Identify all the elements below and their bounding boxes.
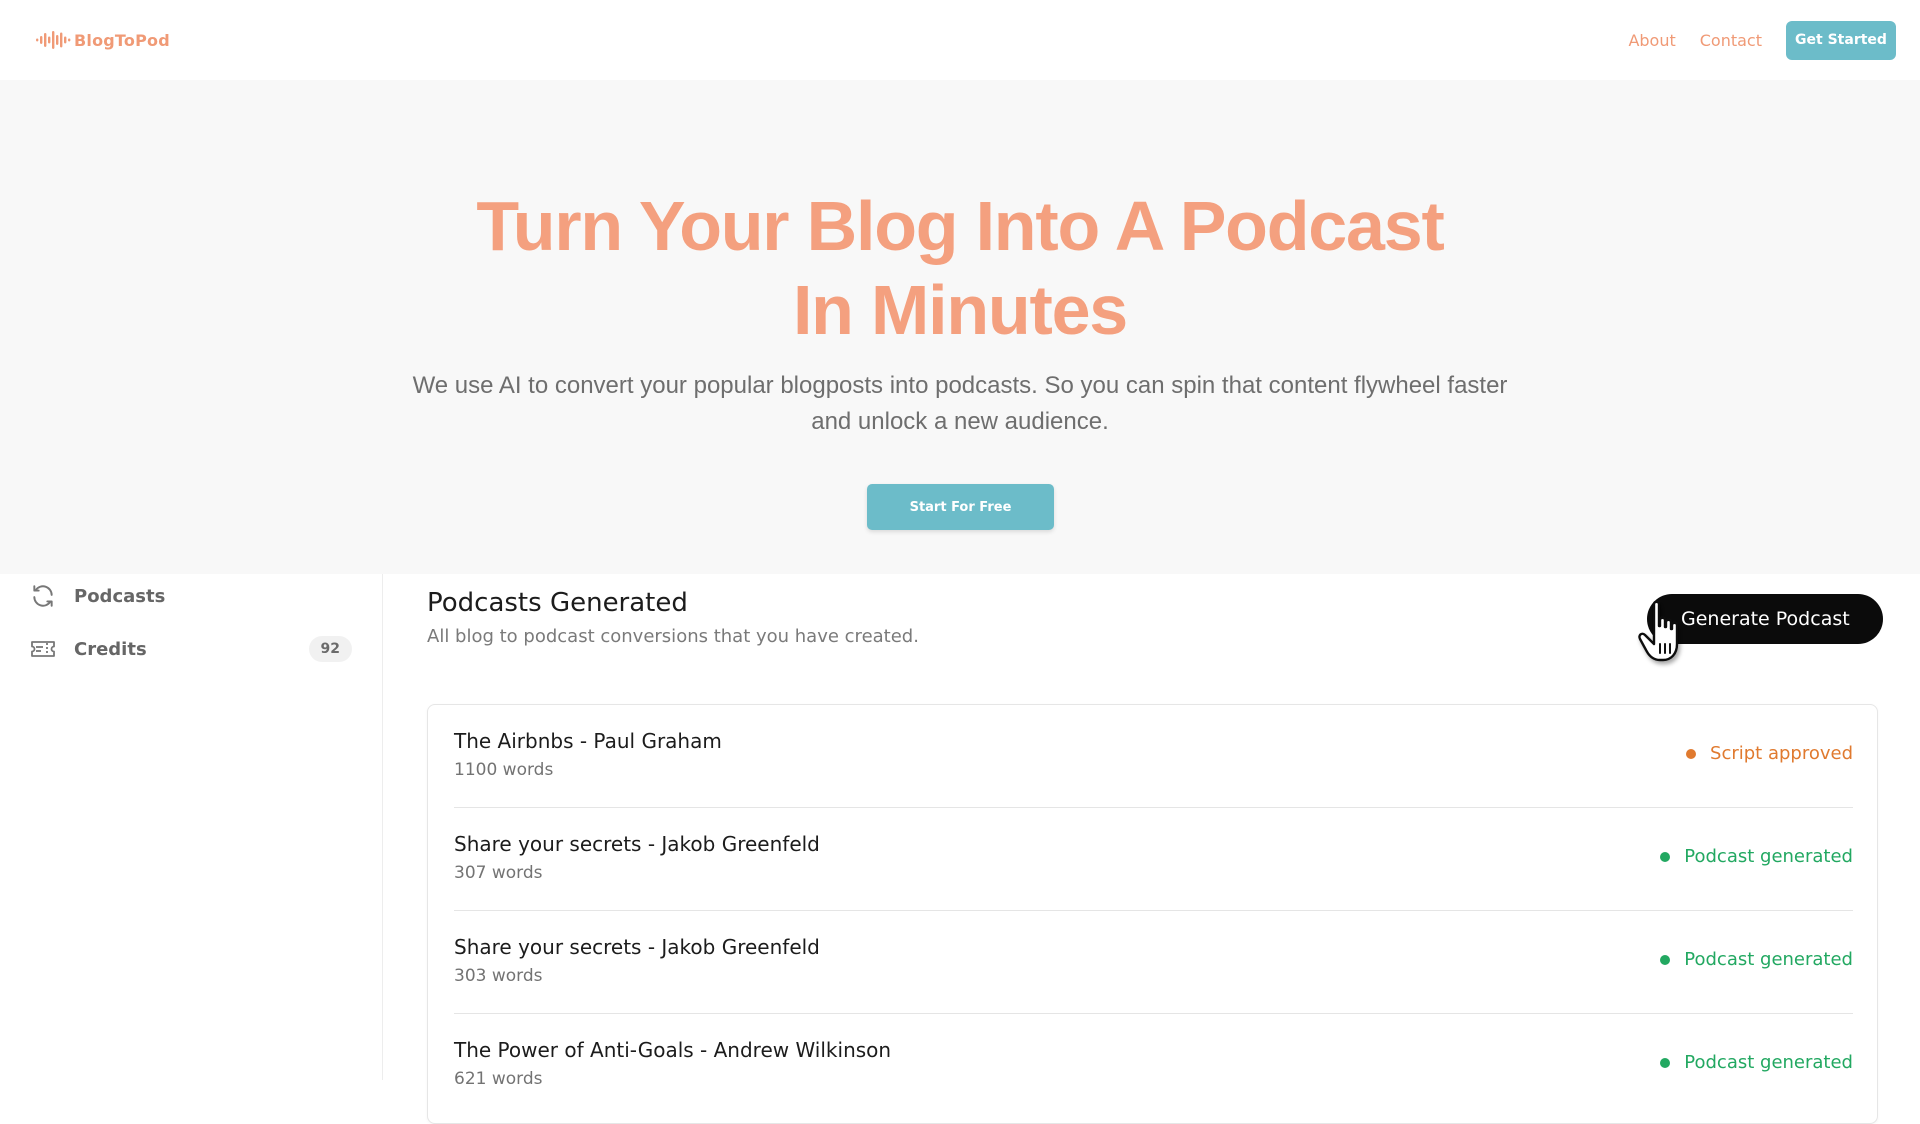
status-text: Script approved xyxy=(1710,743,1853,764)
podcast-row[interactable]: Share your secrets - Jakob Greenfeld 303… xyxy=(454,911,1853,1014)
podcast-word-count: 307 words xyxy=(454,863,543,883)
hero-section: Turn Your Blog Into A Podcast In Minutes… xyxy=(0,80,1920,574)
nav-links: About Contact Get Started xyxy=(1628,20,1896,60)
podcast-word-count: 1100 words xyxy=(454,760,554,780)
hero-title: Turn Your Blog Into A Podcast In Minutes xyxy=(0,184,1920,352)
status-dot xyxy=(1660,1057,1671,1068)
logo[interactable]: BlogToPod xyxy=(36,30,170,50)
page-subtitle: All blog to podcast conversions that you… xyxy=(427,626,919,647)
sidebar-item-credits[interactable]: Credits 92 xyxy=(30,629,352,669)
sidebar-item-podcasts[interactable]: Podcasts xyxy=(30,576,352,616)
get-started-button[interactable]: Get Started xyxy=(1786,20,1896,60)
podcast-title: The Power of Anti-Goals - Andrew Wilkins… xyxy=(454,1038,892,1062)
hero-title-line-1: Turn Your Blog Into A Podcast xyxy=(476,187,1444,265)
status-badge: Podcast generated xyxy=(1660,949,1853,970)
status-badge: Podcast generated xyxy=(1660,1052,1853,1073)
podcast-row[interactable]: The Power of Anti-Goals - Andrew Wilkins… xyxy=(454,1014,1853,1117)
status-text: Podcast generated xyxy=(1684,1052,1853,1073)
ticket-icon xyxy=(30,636,60,662)
logo-text: BlogToPod xyxy=(74,30,170,50)
credits-count-badge: 92 xyxy=(308,636,352,662)
hero-subtitle: We use AI to convert your popular blogpo… xyxy=(412,372,1508,435)
podcast-row[interactable]: The Airbnbs - Paul Graham 1100 words Scr… xyxy=(454,705,1853,808)
hero-title-line-2: In Minutes xyxy=(792,271,1128,349)
refresh-icon xyxy=(30,583,60,609)
podcast-title: The Airbnbs - Paul Graham xyxy=(454,729,722,753)
app-preview: Podcasts Credits 92 Podcasts Generated A… xyxy=(0,574,1920,1124)
status-dot xyxy=(1660,954,1671,965)
sidebar-item-label: Credits xyxy=(74,638,147,660)
status-badge: Podcast generated xyxy=(1660,846,1853,867)
podcast-title: Share your secrets - Jakob Greenfeld xyxy=(454,935,820,959)
podcast-row[interactable]: Share your secrets - Jakob Greenfeld 307… xyxy=(454,808,1853,911)
status-text: Podcast generated xyxy=(1684,846,1853,867)
nav-link-contact[interactable]: Contact xyxy=(1700,31,1762,50)
nav-link-about[interactable]: About xyxy=(1628,31,1675,50)
podcast-list: The Airbnbs - Paul Graham 1100 words Scr… xyxy=(427,704,1878,1124)
soundwave-icon xyxy=(36,31,71,49)
start-for-free-button[interactable]: Start For Free xyxy=(867,484,1054,530)
podcast-word-count: 303 words xyxy=(454,966,543,986)
status-dot xyxy=(1660,851,1671,862)
sidebar-item-label: Podcasts xyxy=(74,585,166,607)
hand-pointer-cursor-icon xyxy=(1638,600,1679,662)
status-badge: Script approved xyxy=(1686,743,1853,764)
podcast-title: Share your secrets - Jakob Greenfeld xyxy=(454,832,820,856)
status-dot xyxy=(1686,748,1697,759)
podcast-word-count: 621 words xyxy=(454,1069,543,1089)
sidebar: Podcasts Credits 92 xyxy=(0,574,383,1080)
page-title: Podcasts Generated xyxy=(427,588,688,618)
top-navbar: BlogToPod About Contact Get Started xyxy=(0,0,1920,80)
status-text: Podcast generated xyxy=(1684,949,1853,970)
